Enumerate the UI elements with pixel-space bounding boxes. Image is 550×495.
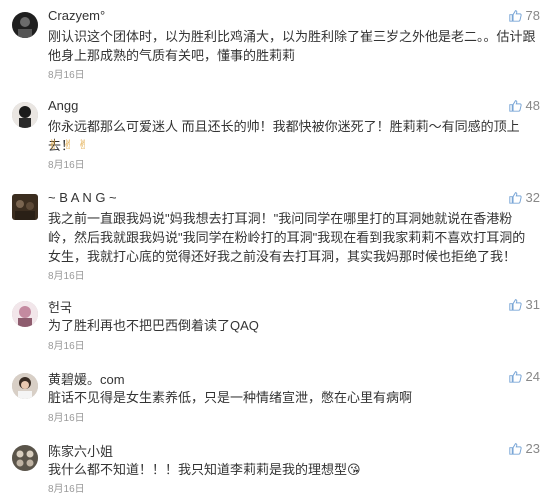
comment-text-body: 我什么都不知道！！！我只知道李莉莉是我的理想型 xyxy=(48,462,348,477)
comment-date: 8月16日 xyxy=(48,160,85,171)
comment-author[interactable]: Angg xyxy=(48,98,78,113)
victory-hand-emoji: ✌✌✌ xyxy=(48,137,93,152)
comment-date: 8月16日 xyxy=(48,341,85,352)
comment-author[interactable]: ~ B A N G ~ xyxy=(48,190,117,205)
like-count: 32 xyxy=(525,190,540,205)
like-button[interactable]: 23 xyxy=(508,441,540,456)
avatar[interactable] xyxy=(12,445,38,471)
like-count: 78 xyxy=(525,8,540,23)
thumbs-up-icon xyxy=(508,9,522,22)
kiss-face-emoji: 😘 xyxy=(347,462,361,477)
like-count: 24 xyxy=(525,369,540,384)
like-button[interactable]: 31 xyxy=(508,297,540,312)
comment-date: 8月16日 xyxy=(48,413,85,424)
comment-list: Crazyem° 78 刚认识这个团体时，以为胜利比鸡涌大，以为胜利除了崔三岁之… xyxy=(0,0,550,495)
like-button[interactable]: 24 xyxy=(508,369,540,384)
like-count: 48 xyxy=(525,98,540,113)
thumbs-up-icon xyxy=(508,191,522,204)
comment-text: 为了胜利再也不把巴西倒着读了QAQ xyxy=(48,318,259,333)
comment-author[interactable]: 헌국 xyxy=(48,297,72,316)
thumbs-up-icon xyxy=(508,298,522,311)
like-count: 31 xyxy=(525,297,540,312)
comment-text: 你永远都那么可爱迷人 而且还长的帅！我都快被你迷死了！胜莉莉～有同感的顶上去！ xyxy=(48,119,520,153)
like-button[interactable]: 48 xyxy=(508,98,540,113)
avatar[interactable] xyxy=(12,194,38,220)
comment-date: 8月16日 xyxy=(48,271,85,282)
avatar[interactable] xyxy=(12,301,38,327)
comment-author[interactable]: 黄碧媛。com xyxy=(48,369,125,388)
like-button[interactable]: 32 xyxy=(508,190,540,205)
comment-date: 8月16日 xyxy=(48,70,85,81)
avatar[interactable] xyxy=(12,373,38,399)
thumbs-up-icon xyxy=(508,370,522,383)
comment-text: 脏话不见得是女生素养低，只是一种情绪宣泄，憋在心里有病啊 xyxy=(48,390,413,405)
avatar[interactable] xyxy=(12,102,38,128)
comment-date: 8月16日 xyxy=(48,484,85,495)
thumbs-up-icon xyxy=(508,99,522,112)
comment-author[interactable]: 陈家六小姐 xyxy=(48,441,113,460)
comment-text: 我之前一直跟我妈说"妈我想去打耳洞！"我问同学在哪里打的耳洞她就说在香港粉岭，然… xyxy=(48,211,526,264)
comment-author[interactable]: Crazyem° xyxy=(48,8,105,23)
comment-text: 刚认识这个团体时，以为胜利比鸡涌大，以为胜利除了崔三岁之外他是老二。。估计跟他身… xyxy=(48,29,536,63)
thumbs-up-icon xyxy=(508,442,522,455)
like-button[interactable]: 78 xyxy=(508,8,540,23)
avatar[interactable] xyxy=(12,12,38,38)
comment-text: 我什么都不知道！！！我只知道李莉莉是我的理想型😘 xyxy=(48,460,536,479)
like-count: 23 xyxy=(525,441,540,456)
